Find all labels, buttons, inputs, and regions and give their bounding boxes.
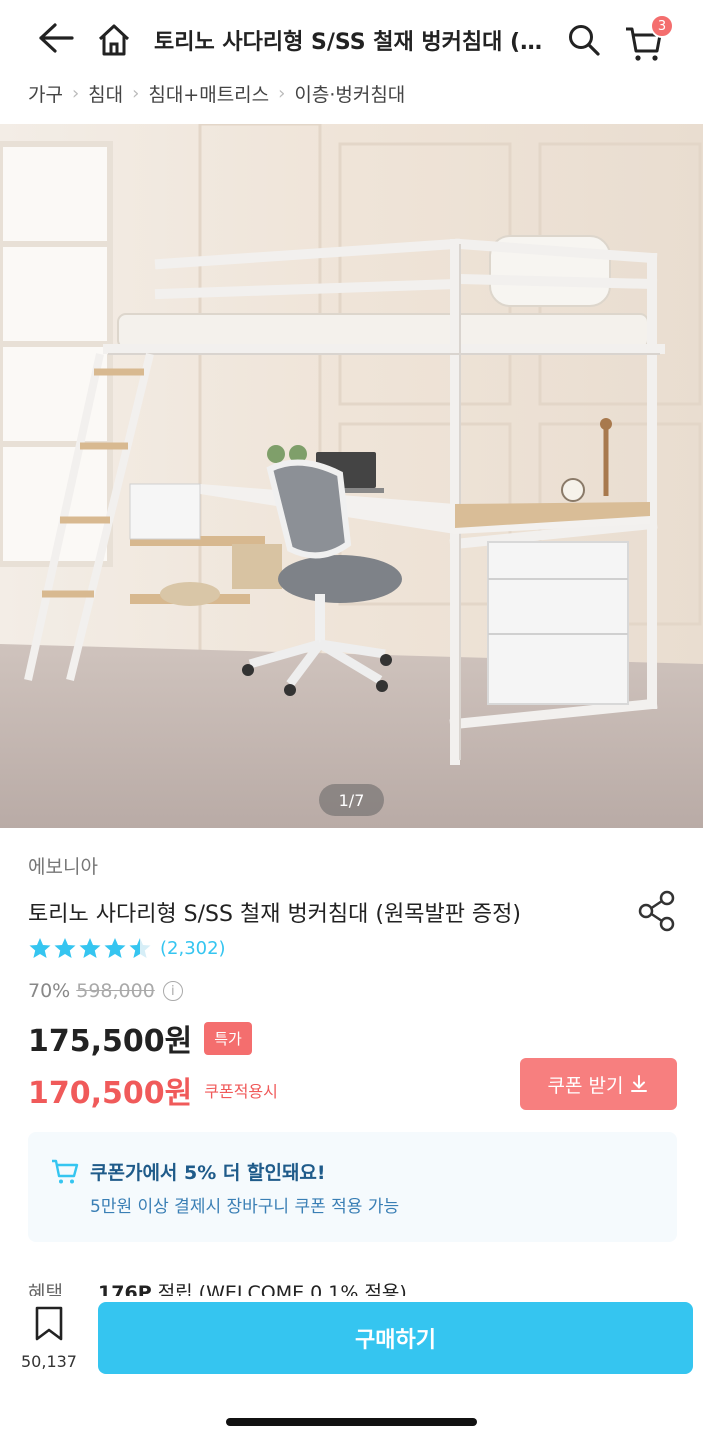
cart-button[interactable]: 3 — [622, 14, 674, 64]
download-icon — [631, 1075, 648, 1092]
breadcrumb: 가구 › 침대 › 침대+매트리스 › 이층·벙커침대 — [28, 76, 405, 110]
home-button[interactable] — [92, 18, 136, 62]
product-name: 토리노 사다리형 S/SS 철재 벙커침대 (원목발판 증정) — [28, 902, 521, 927]
search-button[interactable] — [562, 18, 606, 62]
chevron-right-icon: › — [278, 82, 286, 104]
original-price: 598,000 — [76, 980, 155, 1002]
coupon-info-box[interactable]: 쿠폰가에서 5% 더 할인돼요! 5만원 이상 결제시 장바구니 쿠폰 적용 가… — [28, 1132, 677, 1242]
coupon-price-row: 170,500원 쿠폰적용시 — [28, 1068, 278, 1112]
star-icon — [54, 938, 76, 958]
get-coupon-label: 쿠폰 받기 — [547, 1074, 624, 1097]
benefit-row: 혜택 176P 적립 (WELCOME 0.1% 적용) — [28, 1278, 688, 1298]
page-title: 토리노 사다리형 S/SS 철재 벙커침대 (원목발판 증정) — [154, 30, 550, 55]
get-coupon-button[interactable]: 쿠폰 받기 — [520, 1058, 677, 1110]
breadcrumb-item[interactable]: 침대+매트리스 — [148, 80, 269, 107]
chevron-right-icon: › — [71, 82, 80, 104]
discount-rate: 70% — [28, 980, 71, 1002]
info-icon[interactable]: i — [162, 981, 183, 1001]
breadcrumb-item[interactable]: 이층·벙커침대 — [294, 80, 405, 107]
rating-summary[interactable]: (2,302) — [28, 936, 226, 960]
home-icon — [98, 24, 130, 56]
arrow-left-icon — [39, 23, 74, 53]
image-counter: 1/7 — [319, 784, 384, 816]
share-button[interactable] — [634, 888, 680, 934]
brand-name[interactable]: 에보니아 — [28, 852, 98, 879]
buy-button[interactable]: 구매하기 — [98, 1302, 693, 1374]
chevron-right-icon: › — [132, 82, 140, 104]
star-icon — [79, 938, 101, 958]
share-icon — [638, 890, 675, 932]
sale-price: 175,500원 — [28, 1024, 193, 1059]
coupon-price: 170,500원 — [28, 1076, 193, 1111]
cart-count-badge: 3 — [650, 14, 674, 38]
product-image-carousel[interactable] — [0, 124, 703, 828]
special-badge: 특가 — [204, 1021, 252, 1055]
product-photo — [0, 124, 703, 828]
home-indicator — [226, 1418, 477, 1426]
back-button[interactable] — [34, 18, 78, 58]
coupon-subtext: 5만원 이상 결제시 장바구니 쿠폰 적용 가능 — [90, 1197, 400, 1217]
bookmark-button[interactable]: 50,137 — [18, 1306, 80, 1376]
breadcrumb-item[interactable]: 가구 — [28, 80, 63, 107]
bookmark-icon — [35, 1306, 63, 1341]
search-icon — [569, 25, 600, 56]
discount-info: 70% 598,000 i — [28, 980, 183, 1002]
cart-icon — [52, 1159, 79, 1184]
coupon-price-label: 쿠폰적용시 — [204, 1082, 278, 1101]
bookmark-count: 50,137 — [21, 1352, 77, 1371]
review-count[interactable]: (2,302) — [160, 938, 226, 959]
star-icon — [104, 938, 126, 958]
breadcrumb-item[interactable]: 침대 — [88, 80, 123, 107]
benefit-label: 혜택 — [28, 1282, 63, 1298]
top-app-bar: 토리노 사다리형 S/SS 철재 벙커침대 (원목발판 증정) 3 — [0, 0, 703, 76]
rating-stars — [28, 936, 152, 960]
price-row: 175,500원 특가 — [28, 1016, 252, 1060]
coupon-headline: 쿠폰가에서 5% 더 할인돼요! — [90, 1162, 326, 1184]
star-icon — [29, 938, 51, 958]
star-half-icon — [129, 938, 151, 958]
